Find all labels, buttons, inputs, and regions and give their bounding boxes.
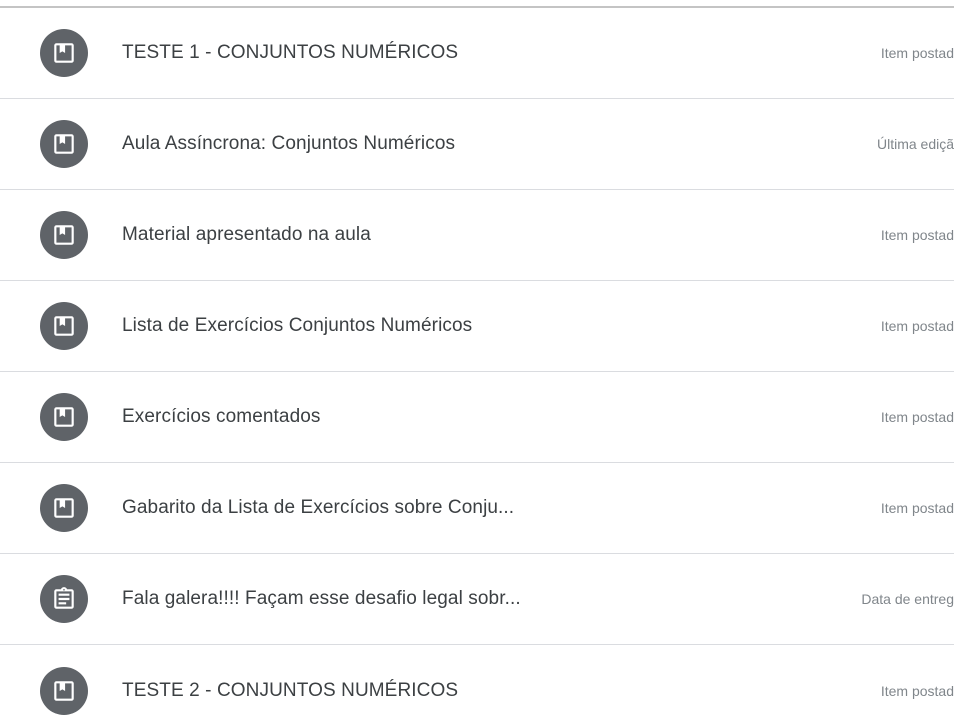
- assignment-icon: [40, 575, 88, 623]
- material-icon: [40, 211, 88, 259]
- material-icon: [40, 120, 88, 168]
- list-item[interactable]: Material apresentado na aula Item postad: [0, 190, 954, 281]
- list-item[interactable]: Gabarito da Lista de Exercícios sobre Co…: [0, 463, 954, 554]
- classwork-list: TESTE 1 - CONJUNTOS NUMÉRICOS Item posta…: [0, 8, 954, 719]
- material-icon: [40, 29, 88, 77]
- item-title[interactable]: Aula Assíncrona: Conjuntos Numéricos: [122, 133, 455, 155]
- item-meta: Última ediçã: [876, 136, 954, 152]
- material-icon: [40, 484, 88, 532]
- list-item[interactable]: Aula Assíncrona: Conjuntos Numéricos Últ…: [0, 99, 954, 190]
- item-meta: Item postad: [880, 318, 954, 334]
- item-title[interactable]: Exercícios comentados: [122, 406, 321, 428]
- item-title[interactable]: Material apresentado na aula: [122, 224, 371, 246]
- item-title[interactable]: TESTE 1 - CONJUNTOS NUMÉRICOS: [122, 42, 458, 64]
- list-item[interactable]: Fala galera!!!! Façam esse desafio legal…: [0, 554, 954, 645]
- list-item[interactable]: TESTE 1 - CONJUNTOS NUMÉRICOS Item posta…: [0, 8, 954, 99]
- item-meta: Item postad: [880, 682, 954, 699]
- item-title[interactable]: TESTE 2 - CONJUNTOS NUMÉRICOS: [122, 680, 458, 702]
- item-title[interactable]: Fala galera!!!! Façam esse desafio legal…: [122, 588, 521, 610]
- material-icon: [40, 666, 88, 715]
- material-icon: [40, 302, 88, 350]
- item-meta: Item postad: [880, 409, 954, 425]
- list-item[interactable]: Lista de Exercícios Conjuntos Numéricos …: [0, 281, 954, 372]
- item-meta: Data de entreg: [861, 591, 954, 607]
- item-meta: Item postad: [880, 45, 954, 61]
- item-title[interactable]: Lista de Exercícios Conjuntos Numéricos: [122, 315, 472, 337]
- item-meta: Item postad: [880, 500, 954, 516]
- item-title[interactable]: Gabarito da Lista de Exercícios sobre Co…: [122, 497, 514, 519]
- list-item[interactable]: Exercícios comentados Item postad: [0, 372, 954, 463]
- item-meta: Item postad: [880, 227, 954, 243]
- list-item[interactable]: TESTE 2 - CONJUNTOS NUMÉRICOS Item posta…: [0, 645, 954, 719]
- material-icon: [40, 393, 88, 441]
